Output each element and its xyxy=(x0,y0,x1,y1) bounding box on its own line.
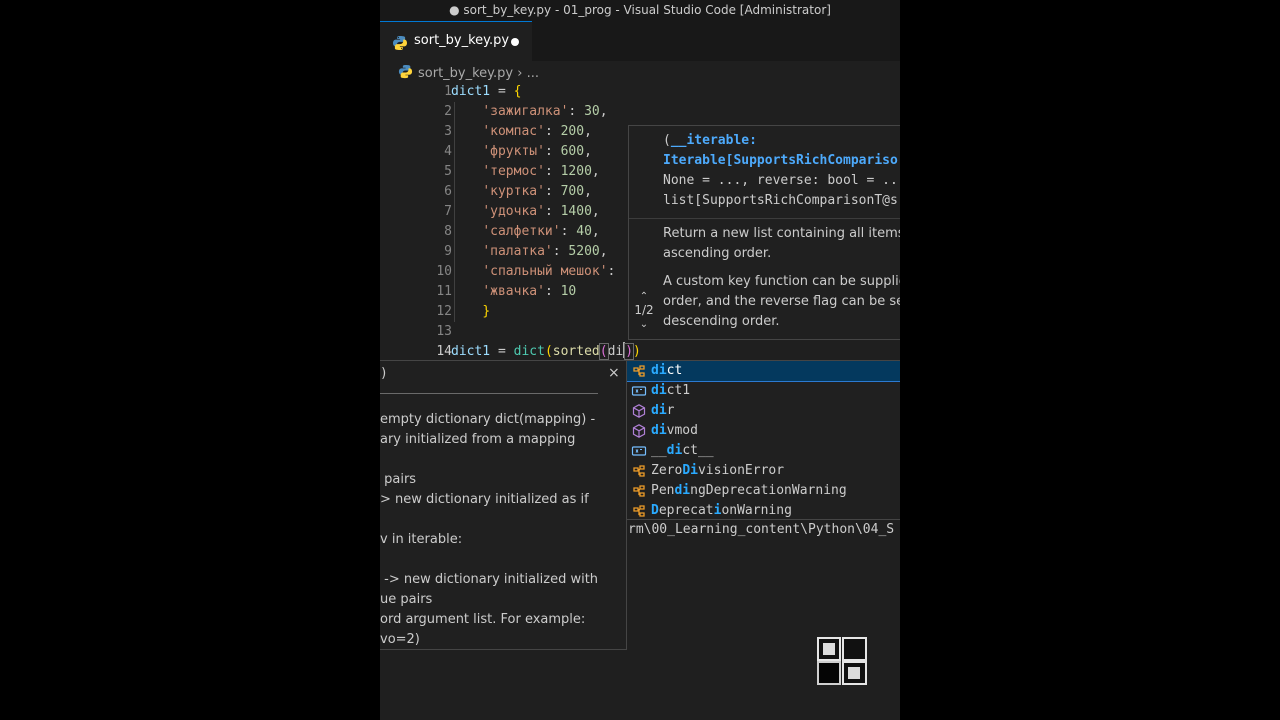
line-number: 9 xyxy=(444,244,452,259)
line-number: 11 xyxy=(436,284,452,299)
line-number: 3 xyxy=(444,124,452,139)
details-signature: ) xyxy=(380,366,388,381)
suggestion-details-panel: ) × empty dictionary dict(mapping) - ary… xyxy=(380,360,627,650)
line-number: 6 xyxy=(444,184,452,199)
class-icon xyxy=(631,363,647,379)
active-parameter: __iterable: xyxy=(670,133,757,148)
line-number: 14 xyxy=(436,344,452,359)
line-number: 5 xyxy=(444,164,452,179)
line-number: 8 xyxy=(444,224,452,239)
overload-count: 1/2 xyxy=(634,303,654,317)
code-text: 'жвачка': 10 xyxy=(482,284,577,299)
tab-sort-by-key[interactable]: sort_by_key.py xyxy=(380,21,532,61)
code-text: 'компас': 200, xyxy=(482,124,592,139)
python-file-icon xyxy=(393,36,407,50)
vscode-window: ● sort_by_key.py - 01_prog - Visual Stud… xyxy=(380,0,900,720)
line-number: 10 xyxy=(436,264,452,279)
suggestion-item[interactable]: divmod xyxy=(627,421,900,441)
suggestion-label: divmod xyxy=(651,423,698,438)
breadcrumb[interactable]: sort_by_key.py › ... xyxy=(398,62,539,82)
suggestion-item[interactable]: dict xyxy=(627,361,900,382)
divider xyxy=(380,393,598,394)
code-text: 'удочка': 1400, xyxy=(482,204,600,219)
signature-documentation: Return a new list containing all items as… xyxy=(663,226,900,329)
code-text: 'салфетки': 40, xyxy=(482,224,600,239)
function-icon xyxy=(631,403,647,419)
chevron-down-icon[interactable]: ⌄ xyxy=(629,319,659,330)
suggestion-label: dict xyxy=(651,363,683,378)
overload-navigator[interactable]: ⌃ 1/2 ⌄ xyxy=(629,291,659,330)
tab-label: sort_by_key.py xyxy=(414,33,510,48)
code-text: 'спальный мешок': xyxy=(482,264,624,279)
suggestion-label: dict1 xyxy=(651,383,691,398)
class-icon xyxy=(631,483,647,499)
variable-icon xyxy=(631,443,647,459)
suggestion-list[interactable]: dict dict1 dir divmod __dict__ ZeroDivisionEr… xyxy=(627,360,900,520)
suggestion-item[interactable]: PendingDeprecationWarning xyxy=(627,481,900,501)
line-number: 12 xyxy=(436,304,452,319)
breadcrumb-more[interactable]: ... xyxy=(527,66,539,81)
channel-logo xyxy=(817,637,867,685)
suggestion-item[interactable]: __dict__ xyxy=(627,441,900,461)
variable-icon xyxy=(631,383,647,399)
line-number: 13 xyxy=(436,324,452,339)
suggestion-label: dir xyxy=(651,403,675,418)
suggestion-label: PendingDeprecationWarning xyxy=(651,483,847,498)
suggestion-label: __dict__ xyxy=(651,443,714,458)
suggestion-item[interactable]: dict1 xyxy=(627,381,900,401)
line-number: 4 xyxy=(444,144,452,159)
signature-help-popup: (__iterable: Iterable[SupportsRichCompar… xyxy=(628,125,900,340)
class-icon xyxy=(631,503,647,519)
hover-path: rm\00_Learning_content\Python\04_S xyxy=(628,520,900,540)
code-text: dict1 = { xyxy=(451,84,522,99)
editor-tab-bar: sort_by_key.py xyxy=(380,21,900,61)
signature-text: (__iterable: Iterable[SupportsRichCompar… xyxy=(663,133,898,208)
unsaved-dot-icon[interactable] xyxy=(511,38,519,46)
line-number: 7 xyxy=(444,204,452,219)
chevron-up-icon[interactable]: ⌃ xyxy=(629,291,659,302)
class-icon xyxy=(631,463,647,479)
breadcrumb-file[interactable]: sort_by_key.py xyxy=(418,66,513,81)
python-file-icon xyxy=(398,64,413,79)
code-text: dict1 = dict(sorted(di)) xyxy=(451,342,641,360)
code-text: } xyxy=(482,304,491,319)
line-number: 2 xyxy=(444,104,452,119)
function-icon xyxy=(631,423,647,439)
window-title: ● sort_by_key.py - 01_prog - Visual Stud… xyxy=(380,0,900,21)
code-text: 'фрукты': 600, xyxy=(482,144,592,159)
suggestion-label: DeprecationWarning xyxy=(651,503,792,518)
divider xyxy=(629,218,900,219)
line-number: 1 xyxy=(444,84,452,99)
code-text: 'палатка': 5200, xyxy=(482,244,608,259)
code-text: 'куртка': 700, xyxy=(482,184,592,199)
suggestion-item[interactable]: dir xyxy=(627,401,900,421)
code-text: 'термос': 1200, xyxy=(482,164,600,179)
code-text: 'зажигалка': 30, xyxy=(482,104,608,119)
suggestion-item[interactable]: ZeroDivisionError xyxy=(627,461,900,481)
suggestion-label: ZeroDivisionError xyxy=(651,463,785,478)
suggestion-item[interactable]: DeprecationWarning xyxy=(627,501,900,519)
close-icon[interactable]: × xyxy=(608,365,620,381)
details-documentation: empty dictionary dict(mapping) - ary ini… xyxy=(380,412,599,647)
chevron-right-icon: › xyxy=(517,66,523,81)
